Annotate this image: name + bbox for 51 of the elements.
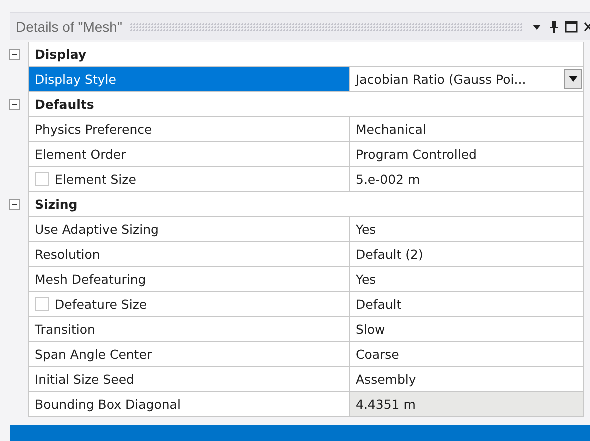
- property-name[interactable]: Transition: [28, 317, 350, 342]
- property-label: Defeature Size: [55, 296, 148, 312]
- group-header[interactable]: Display: [28, 42, 584, 67]
- property-name[interactable]: Bounding Box Diagonal: [28, 392, 350, 417]
- collapse-icon[interactable]: [8, 99, 20, 110]
- property-name[interactable]: Physics Preference: [28, 117, 350, 142]
- property-label: Resolution: [35, 246, 100, 262]
- property-value: Assembly: [356, 372, 418, 386]
- close-icon[interactable]: [584, 20, 590, 32]
- property-label: Use Adaptive Sizing: [35, 222, 159, 236]
- property-value: Mechanical: [356, 122, 428, 136]
- panel-title: Details of "Mesh": [16, 18, 122, 34]
- property-value: 5.e-002 m: [356, 172, 422, 186]
- property-name[interactable]: Defeature Size: [28, 292, 350, 317]
- collapse-icon[interactable]: [8, 49, 20, 60]
- property-value: Coarse: [356, 346, 400, 362]
- property-name[interactable]: Use Adaptive Sizing: [28, 217, 350, 242]
- maximize-icon[interactable]: [565, 20, 578, 32]
- property-name[interactable]: Element Size: [28, 167, 350, 192]
- property-name[interactable]: Display Style: [28, 67, 350, 92]
- property-label: Element Size: [55, 172, 136, 186]
- dropdown-button[interactable]: [564, 69, 582, 89]
- property-name[interactable]: Element Order: [28, 142, 350, 167]
- property-value: Jacobian Ratio (Gauss Poi...: [356, 72, 528, 86]
- property-name[interactable]: Resolution: [28, 242, 350, 267]
- property-label: Initial Size Seed: [35, 372, 134, 386]
- property-value: 4.4351 m: [356, 396, 417, 412]
- property-label: Span Angle Center: [35, 346, 152, 362]
- property-label: Display Style: [35, 72, 116, 86]
- property-value: Default: [356, 296, 403, 312]
- property-label: Element Order: [35, 146, 126, 162]
- property-name[interactable]: Initial Size Seed: [28, 367, 350, 392]
- property-label: Physics Preference: [35, 122, 152, 136]
- property-label: Bounding Box Diagonal: [35, 396, 181, 412]
- property-value: Slow: [356, 322, 386, 336]
- checkbox[interactable]: [35, 172, 49, 186]
- group-header[interactable]: Defaults: [28, 92, 584, 117]
- property-name[interactable]: Span Angle Center: [28, 342, 350, 367]
- collapse-icon[interactable]: [8, 199, 20, 210]
- property-label: Mesh Defeaturing: [35, 272, 146, 286]
- property-name[interactable]: Mesh Defeaturing: [28, 267, 350, 292]
- property-value: Default (2): [356, 246, 424, 262]
- group-header[interactable]: Sizing: [28, 192, 584, 217]
- checkbox[interactable]: [35, 297, 49, 311]
- caret-icon: [568, 76, 578, 82]
- property-label: Transition: [35, 322, 96, 336]
- drag-grip[interactable]: [130, 22, 523, 30]
- property-value: Yes: [356, 272, 378, 286]
- property-value: Yes: [356, 222, 378, 236]
- property-value: Program Controlled: [356, 146, 478, 162]
- pin-icon[interactable]: [549, 20, 559, 34]
